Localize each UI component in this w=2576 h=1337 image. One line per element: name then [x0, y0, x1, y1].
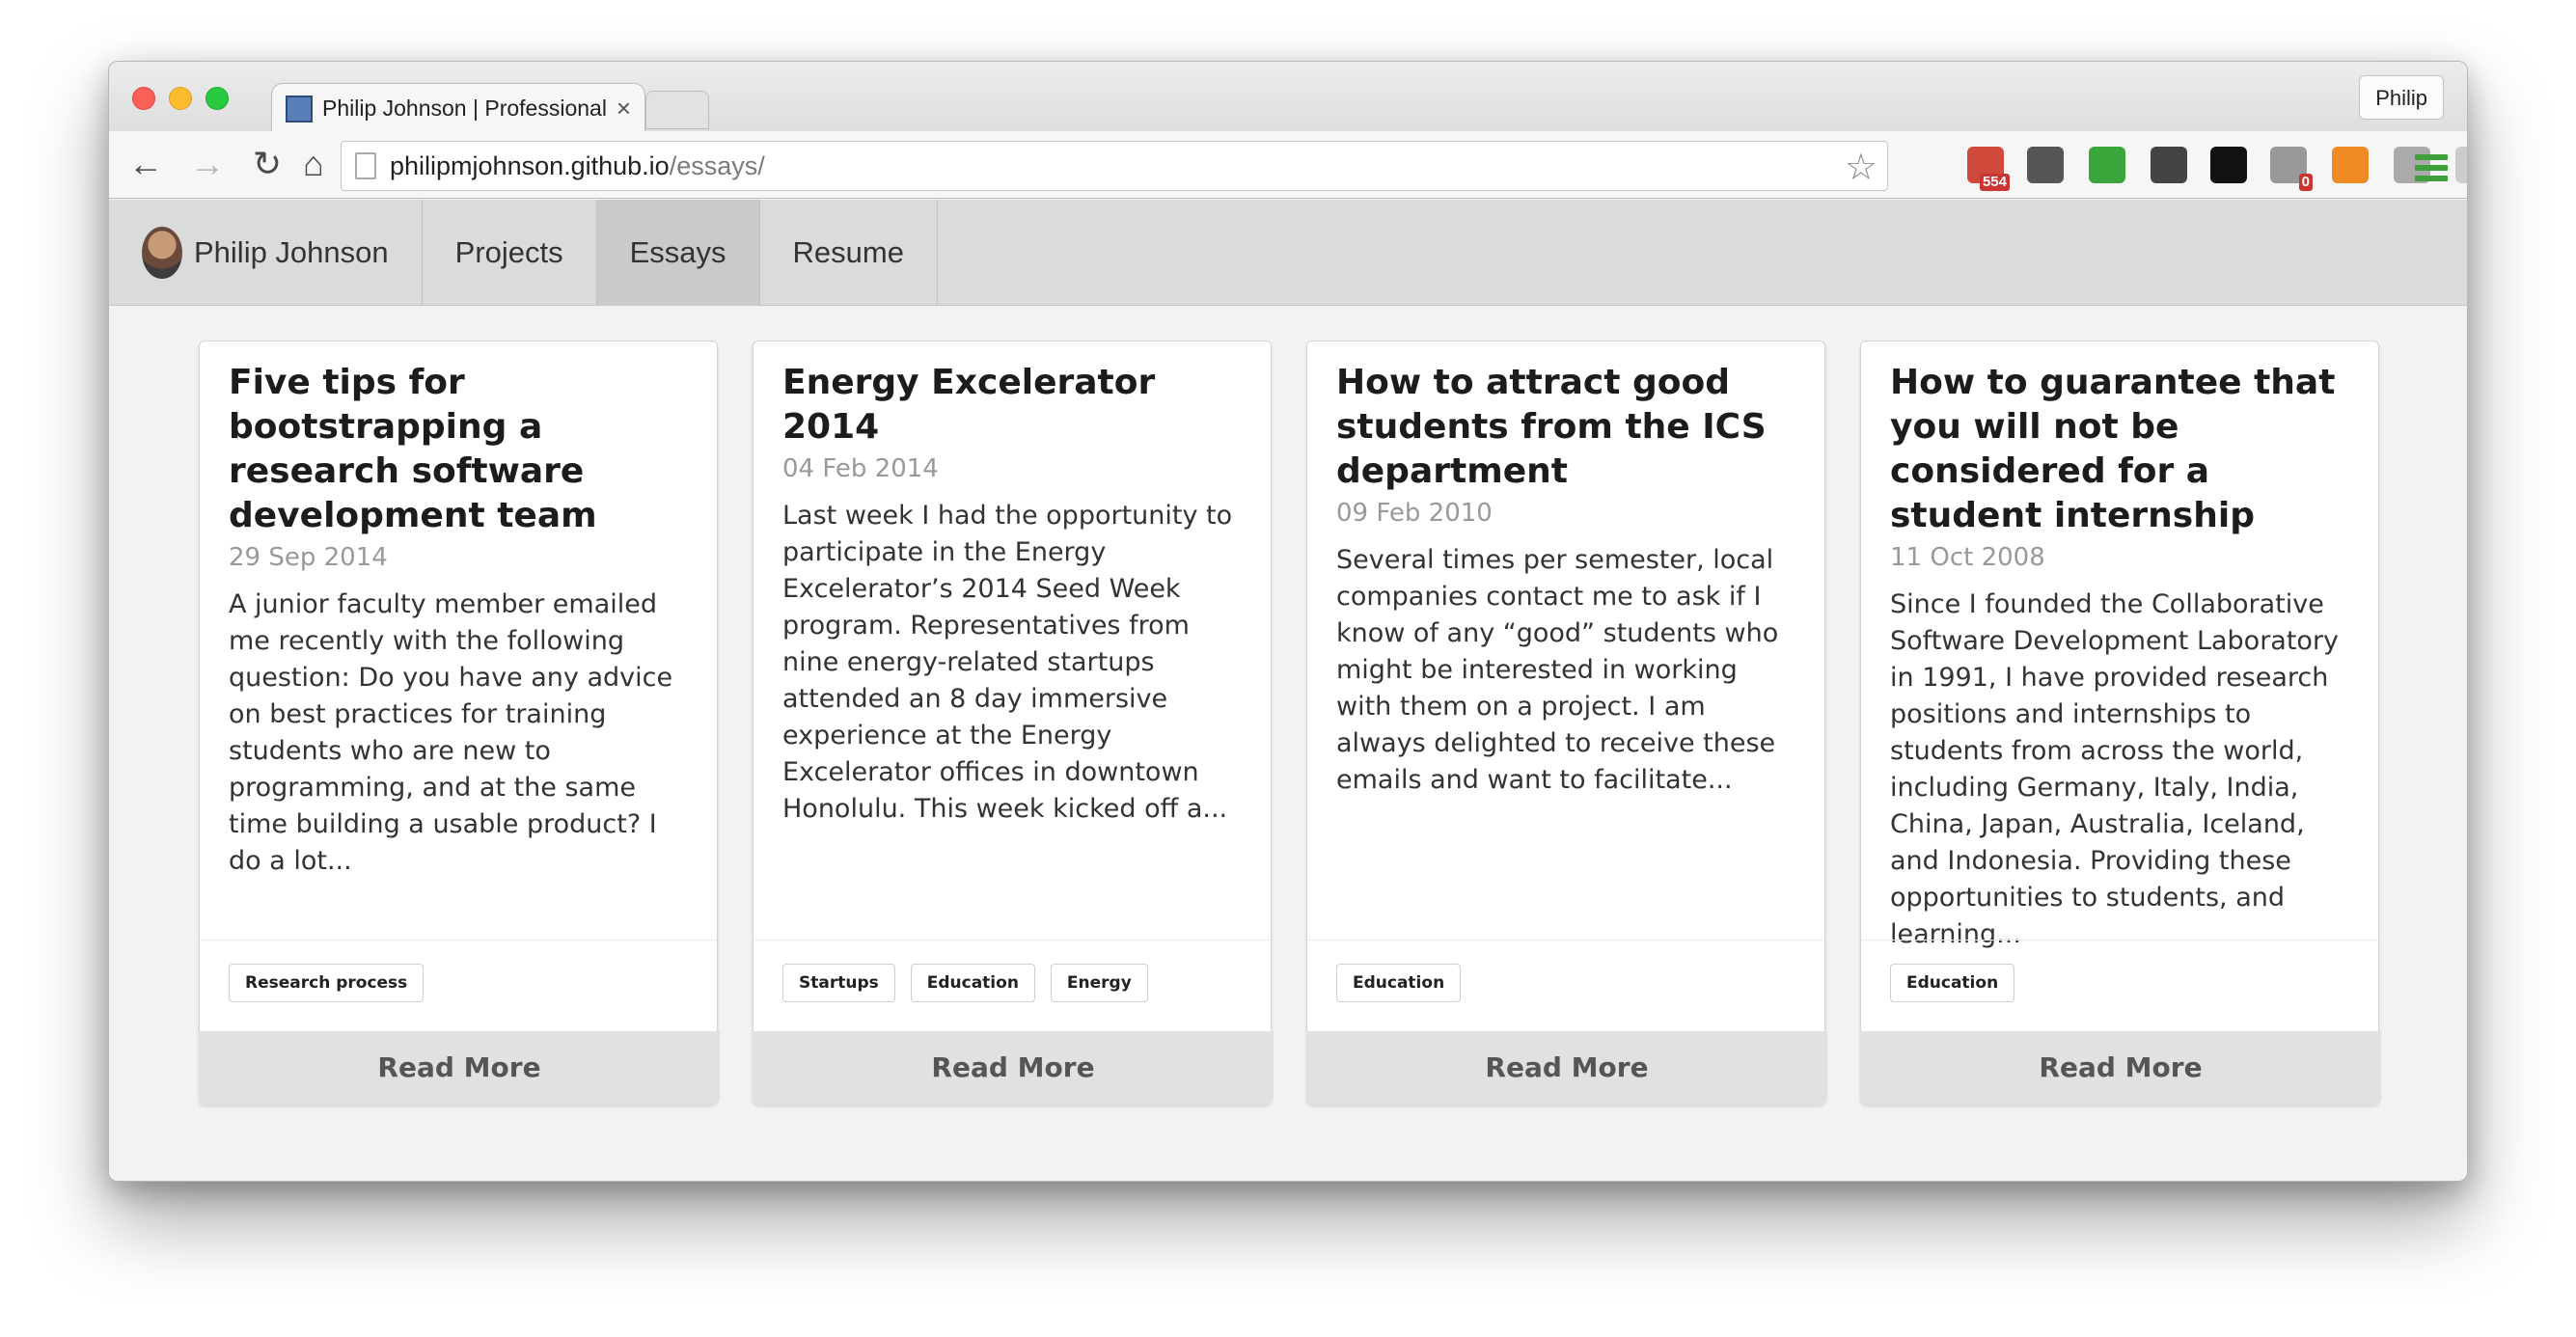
- back-icon[interactable]: ←: [126, 143, 165, 185]
- browser-toolbar: ← → ↻ ⌂ philipmjohnson.github.io/essays/…: [109, 131, 2467, 199]
- nav-item-projects[interactable]: Projects: [423, 200, 597, 306]
- card-body: How to attract good students from the IC…: [1307, 341, 1824, 940]
- card-description: Several times per semester, local compan…: [1336, 545, 1779, 795]
- drive-extension-icon[interactable]: [2455, 147, 2467, 183]
- sync-extension-icon[interactable]: [2027, 147, 2064, 183]
- page-viewport: Philip Johnson Projects Essays Resume Fi…: [109, 200, 2467, 1181]
- window-close-button[interactable]: [132, 87, 155, 110]
- card-date: 09 Feb 2010: [1336, 499, 1493, 528]
- essay-card: Five tips for bootstrapping a research s…: [199, 341, 720, 1105]
- extension-badge: 554: [1979, 174, 2010, 191]
- card-title[interactable]: How to guarantee that you will not be co…: [1890, 361, 2351, 538]
- card-date: 29 Sep 2014: [229, 543, 388, 572]
- reload-icon[interactable]: ↻: [248, 143, 287, 185]
- profile-button[interactable]: Philip: [2359, 75, 2444, 120]
- card-description: Last week I had the opportunity to parti…: [782, 501, 1233, 824]
- site-navbar: Philip Johnson Projects Essays Resume: [109, 200, 2467, 306]
- ghostery-extension-icon[interactable]: 0: [2270, 147, 2313, 191]
- extension-badge: 0: [2298, 174, 2313, 191]
- essay-card: Energy Excelerator 2014 04 Feb 2014 Last w…: [753, 341, 1274, 1105]
- tag-label[interactable]: Energy: [1050, 964, 1148, 1002]
- onepassword-extension-icon[interactable]: [2151, 147, 2187, 183]
- read-more-button[interactable]: Read More: [753, 1031, 1274, 1105]
- card-body: Energy Excelerator 2014 04 Feb 2014 Last w…: [754, 341, 1271, 940]
- card-tags: Education: [1861, 940, 2378, 1032]
- read-more-button[interactable]: Read More: [199, 1031, 720, 1105]
- bookmark-star-icon[interactable]: ☆: [1845, 146, 1877, 189]
- jetbrains-extension-icon[interactable]: [2210, 147, 2247, 183]
- brand-name: Philip Johnson: [194, 235, 389, 269]
- card-body: How to guarantee that you will not be co…: [1861, 341, 2378, 949]
- site-favicon-icon: [286, 95, 313, 123]
- browser-tab[interactable]: Philip Johnson | Professional Portfolio …: [271, 83, 645, 133]
- card-tags: Research process: [200, 940, 717, 1032]
- tag-label[interactable]: Education: [910, 964, 1035, 1002]
- essay-card: How to guarantee that you will not be co…: [1860, 341, 2381, 1105]
- calendar-extension-icon[interactable]: 554: [1967, 147, 2010, 191]
- card-tags: Education: [1307, 940, 1824, 1032]
- analytics-extension-icon[interactable]: [2332, 147, 2369, 183]
- tag-label[interactable]: Education: [1890, 964, 2015, 1002]
- read-more-button[interactable]: Read More: [1860, 1031, 2381, 1105]
- card-body: Five tips for bootstrapping a research s…: [200, 341, 717, 940]
- window-minimize-button[interactable]: [169, 87, 192, 110]
- window-zoom-button[interactable]: [206, 87, 229, 110]
- url-host: philipmjohnson.github.io: [390, 150, 670, 180]
- tag-label[interactable]: Research process: [229, 964, 425, 1002]
- card-description: Since I founded the Collaborative Softwa…: [1890, 589, 2340, 949]
- address-bar[interactable]: philipmjohnson.github.io/essays/ ☆: [341, 141, 1888, 191]
- evernote-extension-icon[interactable]: [2089, 147, 2125, 183]
- tab-title: Philip Johnson | Professional Portfolio: [322, 96, 609, 121]
- page-icon: [355, 152, 376, 179]
- card-title[interactable]: How to attract good students from the IC…: [1336, 361, 1797, 494]
- tab-strip: Philip Johnson | Professional Portfolio …: [109, 62, 2467, 133]
- card-tags: Startups Education Energy: [754, 940, 1271, 1032]
- forward-icon[interactable]: →: [188, 143, 227, 185]
- tag-label[interactable]: Startups: [782, 964, 895, 1002]
- card-title[interactable]: Energy Excelerator 2014: [782, 361, 1244, 450]
- url-path: /essays/: [669, 150, 765, 180]
- card-title[interactable]: Five tips for bootstrapping a research s…: [229, 361, 690, 538]
- nav-item-resume[interactable]: Resume: [760, 200, 938, 306]
- avatar: [142, 227, 182, 279]
- essay-card: How to attract good students from the IC…: [1306, 341, 1827, 1105]
- tab-close-icon[interactable]: ×: [617, 94, 631, 123]
- chrome-menu-icon[interactable]: [2415, 154, 2448, 186]
- nav-brand[interactable]: Philip Johnson: [109, 200, 423, 306]
- card-date: 04 Feb 2014: [782, 454, 939, 483]
- tag-label[interactable]: Education: [1336, 964, 1462, 1002]
- card-date: 11 Oct 2008: [1890, 543, 2045, 572]
- browser-window: Philip Johnson | Professional Portfolio …: [108, 61, 2468, 1182]
- card-description: A junior faculty member emailed me recen…: [229, 589, 673, 876]
- nav-item-essays[interactable]: Essays: [596, 200, 760, 306]
- home-icon[interactable]: ⌂: [294, 143, 333, 185]
- read-more-button[interactable]: Read More: [1306, 1031, 1827, 1105]
- new-tab-button[interactable]: [645, 91, 709, 129]
